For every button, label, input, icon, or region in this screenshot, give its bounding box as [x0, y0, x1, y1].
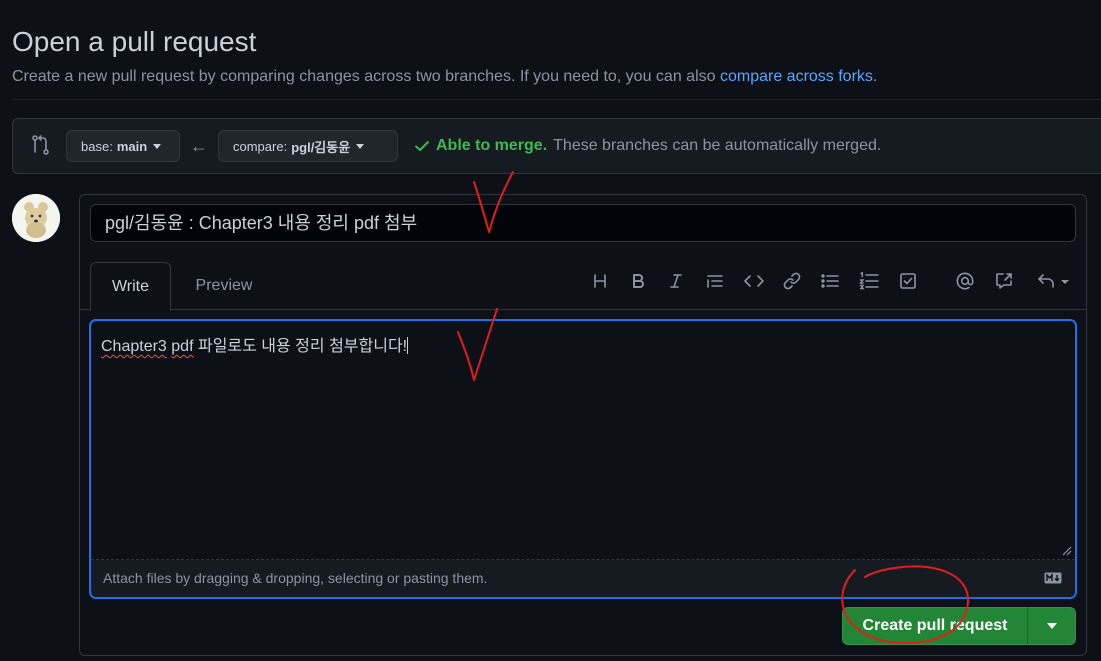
base-branch-select[interactable]: base: main — [66, 130, 180, 162]
merge-status-text: These branches can be automatically merg… — [553, 137, 882, 154]
body-rest-text: 파일로도 내용 정리 첨부합니다! — [193, 338, 408, 355]
compare-across-forks-link[interactable]: compare across forks — [720, 68, 873, 85]
reply-icon[interactable] — [1037, 269, 1073, 293]
mention-icon[interactable] — [953, 269, 977, 293]
page-title: Open a pull request — [12, 26, 257, 57]
base-branch-name: main — [116, 138, 148, 154]
create-options-dropdown[interactable] — [1027, 607, 1076, 645]
pr-title-input[interactable]: pgl/김동윤 : Chapter3 내용 정리 pdf 첨부 — [90, 204, 1076, 242]
bold-icon[interactable] — [626, 269, 650, 293]
tab-preview[interactable]: Preview — [178, 262, 270, 310]
base-prefix: base: — [81, 138, 113, 154]
tabs-divider — [80, 309, 1086, 310]
check-icon — [415, 141, 429, 151]
misspelled-word: Chapter3 — [101, 338, 167, 355]
merge-ok-label: Able to merge. — [436, 137, 548, 154]
subtitle-text: Create a new pull request by comparing c… — [12, 68, 720, 85]
compare-branches-icon — [32, 135, 49, 155]
avatar[interactable] — [12, 194, 60, 242]
code-icon[interactable] — [742, 269, 766, 293]
link-icon[interactable] — [780, 269, 804, 293]
create-pull-request-button[interactable]: Create pull request — [842, 607, 1028, 645]
markdown-icon[interactable] — [1044, 572, 1062, 584]
tab-write[interactable]: Write — [90, 262, 171, 311]
chevron-down-icon — [153, 143, 162, 149]
quote-icon[interactable] — [703, 269, 727, 293]
pr-body-textarea[interactable] — [90, 320, 1076, 598]
chevron-down-icon — [1046, 623, 1057, 629]
merge-status: Able to merge. These branches can be aut… — [414, 137, 881, 155]
reference-icon[interactable] — [992, 269, 1016, 293]
resize-handle-icon[interactable] — [1062, 546, 1072, 556]
page-subtitle: Create a new pull request by comparing c… — [12, 68, 877, 86]
italic-icon[interactable] — [664, 269, 688, 293]
text-cursor — [407, 337, 409, 354]
misspelled-word: pdf — [171, 338, 194, 355]
numbered-list-icon[interactable] — [857, 269, 881, 293]
compare-branch-select[interactable]: compare: pgl/김동윤 — [218, 130, 398, 162]
task-list-icon[interactable] — [896, 269, 920, 293]
arrow-left-icon: ← — [190, 136, 208, 156]
bulleted-list-icon[interactable] — [818, 269, 842, 293]
pr-body-text[interactable]: Chapter3 pdf 파일로도 내용 정리 첨부합니다! — [101, 332, 409, 356]
header-divider — [12, 99, 1101, 100]
heading-icon[interactable] — [588, 269, 612, 293]
attach-hint[interactable]: Attach files by dragging & dropping, sel… — [103, 570, 487, 586]
subtitle-end: . — [872, 68, 878, 85]
chevron-down-icon — [356, 143, 365, 149]
compare-branch-name: pgl/김동윤 — [291, 139, 351, 155]
bear-avatar-icon — [12, 194, 60, 242]
compare-prefix: compare: — [233, 138, 288, 154]
